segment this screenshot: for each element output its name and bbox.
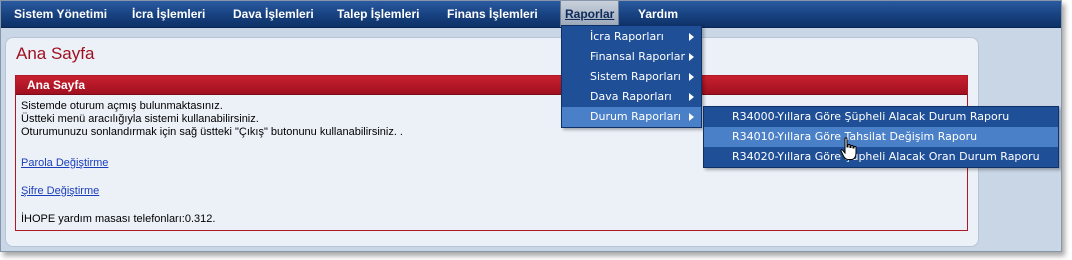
change-secret-link[interactable]: Şifre Değiştirme [21, 185, 99, 197]
menu-finansal-raporlar-label: Finansal Raporlar [590, 50, 685, 63]
menu-raporlar[interactable]: Raporlar [560, 1, 620, 27]
submenu-arrow-icon [689, 73, 694, 81]
menu-icra-islemleri[interactable]: İcra İşlemleri [132, 1, 205, 27]
hand-pointer-cursor-icon [840, 137, 857, 160]
menu-durum-raporlari-label: Durum Raporları [590, 110, 681, 123]
helpdesk-text: İHOPE yardım masası telefonları:0.312. [21, 213, 216, 225]
menu-finans-islemleri[interactable]: Finans İşlemleri [447, 1, 538, 27]
session-info-text: Sistemde oturum açmış bulunmaktasınız. [21, 100, 223, 112]
menu-durum-raporlari[interactable]: Durum Raporları [562, 107, 701, 127]
report-r34020[interactable]: R34020-Yıllara Göre Şüpheli Alacak Oran … [704, 147, 1058, 167]
durum-raporlari-submenu: R34000-Yıllara Göre Şüpheli Alacak Durum… [703, 106, 1059, 168]
page-title: Ana Sayfa [16, 44, 95, 63]
menu-icra-raporlari[interactable]: İcra Raporları [562, 27, 701, 47]
menu-info-text: Üstteki menü aracılığıyla sistemi kullan… [21, 113, 259, 125]
menu-sistem-raporlari[interactable]: Sistem Raporları [562, 67, 701, 87]
menu-icra-raporlari-label: İcra Raporları [590, 30, 664, 43]
submenu-arrow-icon [689, 93, 694, 101]
menu-talep-islemleri[interactable]: Talep İşlemleri [337, 1, 419, 27]
change-password-link[interactable]: Parola Değiştirme [21, 157, 108, 169]
submenu-arrow-icon [689, 53, 694, 61]
report-r34000[interactable]: R34000-Yıllara Göre Şüpheli Alacak Durum… [704, 107, 1058, 127]
menu-dava-islemleri[interactable]: Dava İşlemleri [233, 1, 314, 27]
raporlar-dropdown: İcra Raporları Finansal Raporlar Sistem … [561, 25, 702, 128]
submenu-arrow-icon [689, 33, 694, 41]
menu-yardim[interactable]: Yardım [638, 1, 678, 27]
menu-sistem-yonetimi[interactable]: Sistem Yönetimi [14, 1, 107, 27]
main-menubar: Sistem Yönetimi İcra İşlemleri Dava İşle… [1, 1, 1061, 28]
menu-dava-raporlari-label: Dava Raporları [590, 90, 672, 103]
menu-finansal-raporlar[interactable]: Finansal Raporlar [562, 47, 701, 67]
menu-dava-raporlari[interactable]: Dava Raporları [562, 87, 701, 107]
application-window: Sistem Yönetimi İcra İşlemleri Dava İşle… [0, 0, 1062, 252]
box-header: Ana Sayfa [16, 76, 967, 95]
menu-sistem-raporlari-label: Sistem Raporları [590, 70, 681, 83]
submenu-arrow-icon [689, 113, 694, 121]
logout-info-text: Oturumunuzu sonlandırmak için sağ üsttek… [21, 126, 403, 138]
report-r34010[interactable]: R34010-Yıllara Göre Tahsilat Değişim Rap… [704, 127, 1058, 147]
